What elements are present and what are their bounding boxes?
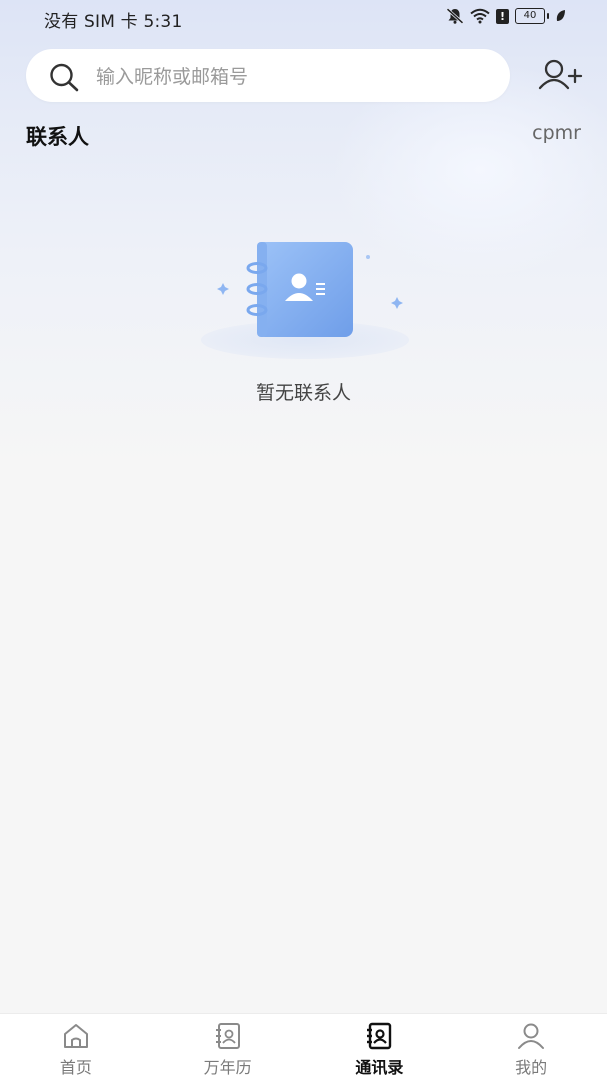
page-title: 联系人 [26,125,89,149]
alert-icon: ! [496,8,509,24]
home-icon [63,1024,88,1048]
status-icons: ! 40 [446,8,567,24]
nav-label-calendar: 万年历 [203,1058,252,1077]
add-user-icon[interactable] [536,58,584,94]
profile-icon [518,1023,545,1049]
battery-icon: 40 [515,8,549,24]
calendar-book-icon [215,1023,240,1049]
contact-book-icon [201,242,409,359]
nav-label-contacts: 通讯录 [355,1058,404,1077]
leaf-icon [556,10,565,21]
search-icon[interactable] [48,62,80,92]
nav-item-profile[interactable]: 我的 [455,1014,607,1080]
nav-item-contacts[interactable]: 通讯录 [304,1014,456,1080]
nav-label-home: 首页 [59,1058,92,1077]
search-input[interactable] [94,49,498,104]
status-bar: 没有 SIM 卡 5:31 ! 40 [0,0,607,34]
nav-label-profile: 我的 [515,1058,548,1077]
nav-item-home[interactable]: 首页 [0,1014,152,1080]
wifi-icon [470,8,490,24]
empty-state-message: 暂无联系人 [255,382,351,404]
header-right-text[interactable]: cpmr [532,122,581,144]
bell-muted-icon [446,8,464,24]
nav-item-calendar[interactable]: 万年历 [152,1014,304,1080]
bottom-nav: 首页 万年历 通讯录 我的 [0,1013,607,1080]
status-carrier-time: 没有 SIM 卡 5:31 [44,12,183,32]
contacts-icon [367,1022,392,1050]
search-bar [26,49,510,104]
